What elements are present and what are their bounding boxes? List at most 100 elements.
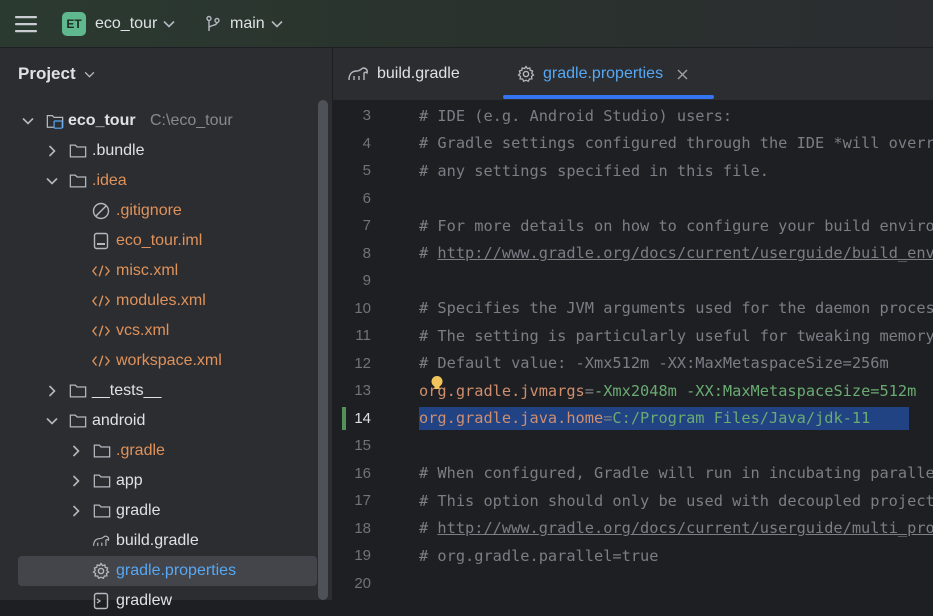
active-tab-indicator — [503, 95, 714, 99]
tree-item-file[interactable]: build.gradle — [0, 526, 332, 556]
property-value: -Xmx2048m -XX:MaxMetaspaceSize=512m — [594, 381, 917, 400]
gradle-elephant-icon — [92, 532, 110, 550]
tree-item-label: .gitignore — [116, 202, 182, 219]
tree-item-label: build.gradle — [116, 532, 199, 549]
code-line: 4 # Gradle settings configured through t… — [333, 130, 933, 158]
tree-item-file[interactable]: eco_tour.iml — [0, 226, 332, 256]
folder-icon — [69, 172, 87, 190]
code-comment: # The setting is particularly useful for… — [419, 326, 933, 345]
branch-name: main — [230, 14, 265, 32]
tree-item-folder[interactable]: __tests__ — [0, 376, 332, 406]
git-branch-icon — [206, 15, 220, 31]
code-editor[interactable]: 3 # IDE (e.g. Android Studio) users: 4 #… — [333, 101, 933, 600]
tree-item-label: vcs.xml — [116, 322, 170, 339]
tree-item-file[interactable]: .gitignore — [0, 196, 332, 226]
tree-item-label: android — [92, 412, 146, 429]
branch-switcher[interactable]: main — [204, 0, 283, 47]
line-number: 16 — [354, 464, 371, 482]
project-name: eco_tour — [95, 14, 158, 32]
tree-item-file[interactable]: misc.xml — [0, 256, 332, 286]
tree-item-label: gradle.properties — [116, 562, 237, 579]
chevron-right-icon[interactable] — [68, 443, 84, 459]
project-view-selector[interactable]: Project — [18, 64, 95, 84]
code-line: 19 # org.gradle.parallel=true — [333, 542, 933, 570]
gradle-elephant-icon — [348, 67, 368, 81]
root-name: eco_tour — [68, 112, 136, 129]
chevron-right-icon[interactable] — [44, 143, 60, 159]
tree-item-folder[interactable]: .idea — [0, 166, 332, 196]
tab-build-gradle[interactable]: build.gradle — [347, 48, 460, 100]
code-comment: # http://www.gradle.org/docs/current/use… — [419, 244, 933, 262]
tree-item-label: .bundle — [92, 142, 145, 159]
chevron-right-icon[interactable] — [68, 473, 84, 489]
code-line-current: 14 org.gradle.java.home=C:/Program Files… — [333, 405, 933, 433]
tree-item-label: workspace.xml — [116, 352, 222, 369]
xml-file-icon — [92, 322, 110, 340]
editor-tab-bar: build.gradle gradle.properties — [333, 48, 933, 101]
gear-icon — [517, 65, 535, 83]
lightbulb-icon[interactable] — [430, 375, 444, 393]
folder-icon — [93, 502, 111, 520]
tree-item-label: .gradle — [116, 442, 165, 459]
code-comment: # IDE (e.g. Android Studio) users: — [419, 106, 733, 125]
code-line: 13 org.gradle.jvmargs=-Xmx2048m -XX:MaxM… — [333, 375, 933, 405]
tree-item-label: gradlew — [116, 592, 173, 609]
line-number: 11 — [355, 327, 371, 345]
tree-item-root[interactable]: eco_tour C:\eco_tour — [0, 106, 332, 136]
tree-item-file[interactable]: vcs.xml — [0, 316, 332, 346]
title-bar: ET eco_tour main — [0, 0, 933, 48]
tab-gradle-properties[interactable]: gradle.properties — [517, 48, 688, 100]
code-line: 20 — [333, 570, 933, 598]
module-folder-icon — [46, 112, 64, 130]
tree-item-file[interactable]: modules.xml — [0, 286, 332, 316]
project-tree-scrollbar[interactable] — [318, 100, 328, 600]
code-property: org.gradle.java.home=C:/Program Files/Ja… — [419, 409, 870, 427]
tree-item-label: .idea — [92, 172, 127, 189]
tree-item-folder[interactable]: app — [0, 466, 332, 496]
gear-icon — [92, 562, 110, 580]
code-line: 9 — [333, 267, 933, 295]
iml-file-icon — [92, 232, 110, 250]
tree-item-folder[interactable]: android — [0, 406, 332, 436]
code-line: 11 # The setting is particularly useful … — [333, 322, 933, 350]
code-comment: # Gradle settings configured through the… — [419, 134, 933, 153]
xml-file-icon — [92, 292, 110, 310]
line-number: 12 — [354, 354, 371, 372]
line-number: 3 — [362, 107, 371, 125]
code-url-link[interactable]: http://www.gradle.org/docs/current/userg… — [437, 244, 933, 262]
chevron-right-icon[interactable] — [68, 503, 84, 519]
tree-item-folder[interactable]: .gradle — [0, 436, 332, 466]
code-url-link[interactable]: http://www.gradle.org/docs/current/userg… — [437, 519, 933, 537]
chevron-down-icon — [271, 20, 283, 28]
xml-file-icon — [92, 262, 110, 280]
code-line: 3 # IDE (e.g. Android Studio) users: — [333, 102, 933, 130]
chevron-down-icon[interactable] — [20, 113, 36, 129]
folder-icon — [93, 442, 111, 460]
code-line: 10 # Specifies the JVM arguments used fo… — [333, 295, 933, 323]
tree-item-folder[interactable]: gradle — [0, 496, 332, 526]
comment-prefix: # — [419, 244, 438, 263]
project-switcher[interactable]: ET eco_tour — [62, 0, 175, 47]
line-number: 20 — [354, 574, 371, 592]
tree-item-file[interactable]: workspace.xml — [0, 346, 332, 376]
equals-sign: = — [584, 381, 594, 400]
chevron-down-icon[interactable] — [44, 413, 60, 429]
folder-icon — [69, 142, 87, 160]
code-comment: # any settings specified in this file. — [419, 161, 769, 180]
chevron-down-icon[interactable] — [44, 173, 60, 189]
main-menu-button[interactable] — [12, 0, 40, 47]
tree-item-file[interactable]: gradlew — [0, 586, 332, 616]
property-value: C:/Program Files/Java/jdk-11 — [612, 409, 871, 428]
tab-label: gradle.properties — [543, 65, 664, 82]
property-key: org.gradle.java.home — [419, 409, 604, 428]
line-number: 15 — [354, 437, 371, 455]
chevron-down-icon — [84, 71, 95, 78]
line-number: 10 — [354, 299, 371, 317]
tree-item-file-selected[interactable]: gradle.properties — [0, 556, 332, 586]
code-line: 17 # This option should only be used wit… — [333, 487, 933, 515]
chevron-right-icon[interactable] — [44, 383, 60, 399]
code-line: 5 # any settings specified in this file. — [333, 157, 933, 185]
close-icon[interactable] — [677, 69, 688, 80]
code-comment: # This option should only be used with d… — [419, 491, 933, 510]
tree-item-folder[interactable]: .bundle — [0, 136, 332, 166]
